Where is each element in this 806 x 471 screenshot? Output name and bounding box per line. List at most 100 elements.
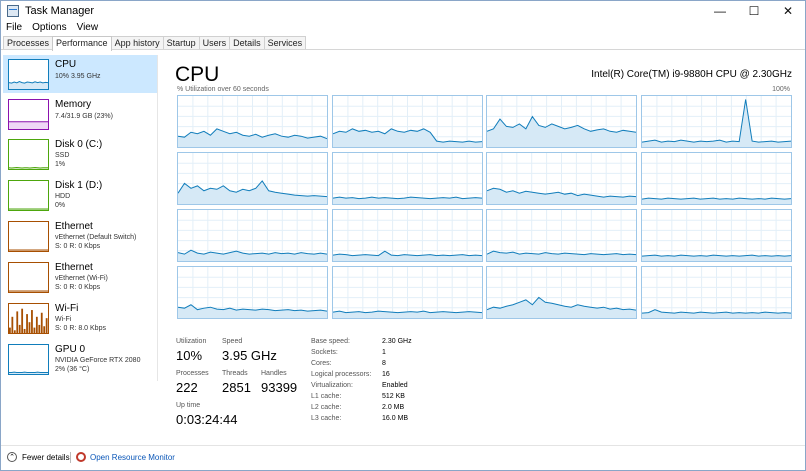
open-resource-monitor-link[interactable]: Open Resource Monitor — [76, 452, 175, 462]
speed-label: Speed — [222, 338, 243, 345]
core-utilization-chart — [332, 210, 482, 261]
sidebar-item-detail: Wi-Fi — [55, 316, 72, 323]
core-utilization-chart — [178, 210, 327, 261]
disk1-usage-chart — [9, 208, 48, 210]
sidebar-item-title: Disk 0 (C:) — [55, 139, 103, 150]
core-utilization-chart — [332, 96, 482, 147]
sidebar-item-wifi[interactable]: Wi-Fi Wi-Fi S: 0 R: 8.0 Kbps — [3, 299, 157, 337]
throughput-bar — [13, 330, 16, 333]
spec-key: L3 cache: — [311, 415, 342, 422]
throughput-bar — [26, 314, 28, 333]
processes-value: 222 — [176, 380, 198, 395]
core-utilization-chart — [487, 96, 636, 147]
menu-file[interactable]: File — [1, 21, 27, 35]
sidebar-item-detail: SSD — [55, 152, 70, 159]
logical-processor-graph-7 — [640, 152, 792, 205]
core-utilization-chart — [641, 267, 791, 318]
sidebar-item-detail: HDD — [55, 193, 71, 200]
throughput-bar — [18, 324, 21, 333]
logical-processor-graph-1 — [331, 95, 483, 148]
utilization-value: 10% — [176, 348, 203, 363]
disk-1-thumbnail-graph — [8, 180, 49, 211]
memory-usage-chart — [9, 121, 48, 129]
threads-value: 2851 — [222, 380, 251, 395]
ethernet-thumbnail-graph — [8, 221, 49, 252]
spec-value: 16.0 MB — [382, 415, 409, 422]
sidebar-item-title: CPU — [55, 59, 77, 70]
utilization-label: Utilization — [176, 338, 207, 345]
gpu-thumbnail-graph — [8, 344, 49, 375]
sidebar-item-usage: S: 0 R: 8.0 Kbps — [55, 325, 106, 332]
window-controls: — ☐ ✕ — [703, 1, 805, 21]
throughput-bar — [33, 327, 36, 333]
chevron-up-icon: ⌃ — [7, 452, 17, 462]
maximize-button[interactable]: ☐ — [737, 1, 771, 21]
footer-divider — [70, 452, 71, 463]
disk-0-thumbnail-graph — [8, 139, 49, 170]
spec-key: Logical processors: — [311, 371, 372, 378]
utilization-line — [641, 197, 791, 200]
task-manager-window: Task Manager — ☐ ✕ File Options View Pro… — [0, 0, 806, 471]
tab-processes[interactable]: Processes — [3, 36, 54, 49]
sidebar-item-ethernet-wifi[interactable]: Ethernet vEthernet (Wi-Fi) S: 0 R: 0 Kbp… — [3, 258, 157, 296]
spec-key: Cores: — [311, 360, 332, 367]
menu-bar: File Options View — [1, 21, 103, 35]
sidebar-item-detail: 10% 3.95 GHz — [55, 73, 101, 80]
throughput-bar — [28, 322, 31, 333]
sidebar-item-gpu-0[interactable]: GPU 0 NVIDIA GeForce RTX 2080 2% (36 °C) — [3, 340, 157, 378]
core-utilization-chart — [641, 96, 791, 147]
minimize-button[interactable]: — — [703, 1, 737, 21]
core-utilization-chart — [641, 153, 791, 204]
tab-performance[interactable]: Performance — [52, 36, 112, 51]
spec-value: Enabled — [382, 382, 408, 389]
tab-services[interactable]: Services — [263, 36, 307, 49]
core-utilization-chart — [641, 210, 791, 261]
open-resource-monitor-label: Open Resource Monitor — [90, 452, 175, 462]
gpu-usage-chart — [9, 371, 48, 374]
sidebar-item-title: Disk 1 (D:) — [55, 180, 103, 191]
title-bar[interactable]: Task Manager — ☐ ✕ — [1, 1, 805, 21]
threads-label: Threads — [222, 370, 248, 377]
core-utilization-chart — [487, 210, 636, 261]
spec-key: L2 cache: — [311, 404, 342, 411]
cpu-model-name: Intel(R) Core(TM) i9-9880H CPU @ 2.30GHz — [591, 69, 792, 80]
resource-sidebar: CPU 10% 3.95 GHz Memory 7.4/31.9 GB (23%… — [3, 55, 158, 381]
core-utilization-chart — [332, 267, 482, 318]
logical-processor-graphs[interactable] — [177, 95, 792, 323]
throughput-bar — [38, 324, 41, 333]
menu-view[interactable]: View — [72, 21, 104, 35]
tab-details[interactable]: Details — [229, 36, 265, 49]
sidebar-item-title: Wi-Fi — [55, 303, 79, 314]
throughput-bar — [23, 328, 26, 333]
logical-processor-graph-2 — [486, 95, 637, 148]
sidebar-item-disk-1[interactable]: Disk 1 (D:) HDD 0% — [3, 176, 157, 214]
throughput-bar — [35, 316, 38, 333]
sidebar-item-disk-0[interactable]: Disk 0 (C:) SSD 1% — [3, 135, 157, 173]
fewer-details-button[interactable]: ⌃ Fewer details — [7, 452, 70, 462]
ethernet-thumbnail-graph — [8, 262, 49, 293]
throughput-bar — [11, 316, 14, 333]
sidebar-item-cpu[interactable]: CPU 10% 3.95 GHz — [3, 55, 157, 93]
throughput-bar — [43, 326, 46, 333]
throughput-bar — [31, 310, 33, 333]
menu-options[interactable]: Options — [27, 21, 71, 35]
tab-startup[interactable]: Startup — [162, 36, 200, 49]
spec-key: Sockets: — [311, 349, 338, 356]
spec-value: 512 KB — [382, 393, 405, 400]
sidebar-item-memory[interactable]: Memory 7.4/31.9 GB (23%) — [3, 95, 157, 133]
tab-users[interactable]: Users — [198, 36, 231, 49]
spec-key: Base speed: — [311, 338, 350, 345]
close-button[interactable]: ✕ — [771, 1, 805, 21]
sidebar-item-ethernet-default-switch[interactable]: Ethernet vEthernet (Default Switch) S: 0… — [3, 217, 157, 255]
resource-monitor-icon — [76, 452, 86, 462]
eth1-usage-chart — [9, 249, 48, 251]
throughput-bar — [16, 311, 19, 333]
utilization-area — [9, 121, 48, 129]
logical-processor-graph-8 — [177, 209, 328, 262]
cpu-usage-chart — [9, 80, 48, 89]
tab-app-history[interactable]: App history — [110, 36, 164, 49]
wifi-throughput-chart — [9, 308, 48, 333]
spec-key: L1 cache: — [311, 393, 342, 400]
sidebar-item-detail: vEthernet (Default Switch) — [55, 234, 137, 241]
throughput-bar — [9, 327, 11, 333]
